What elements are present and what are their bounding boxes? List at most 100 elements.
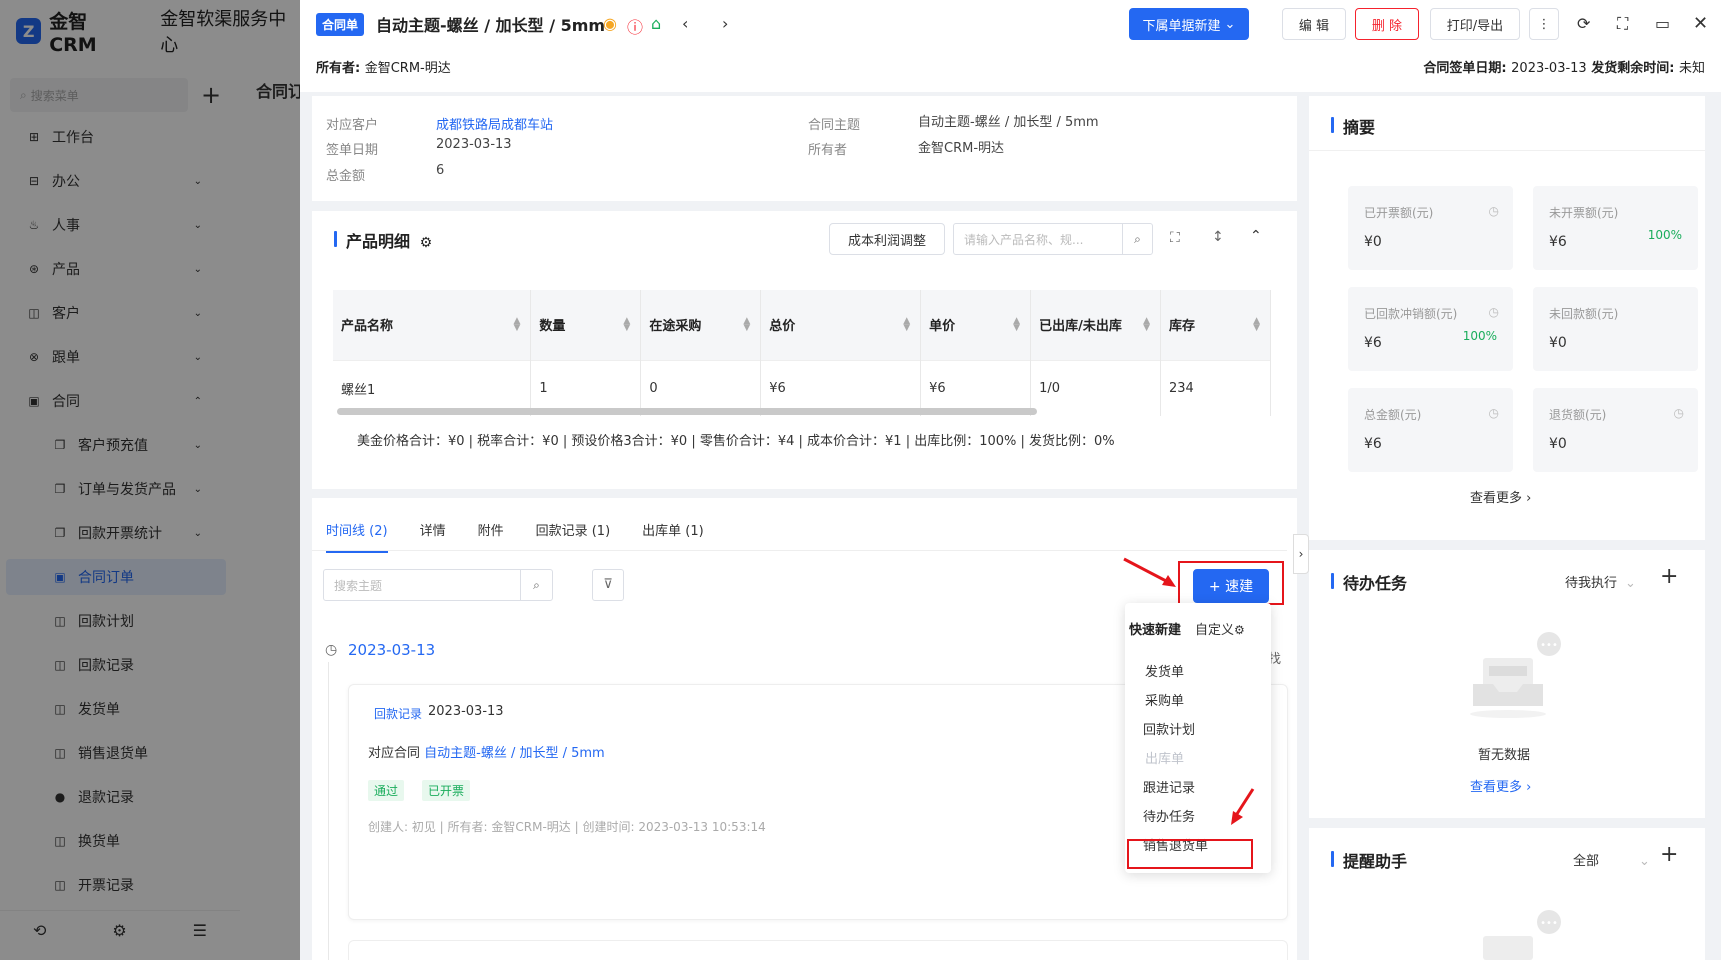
column-header[interactable]: 总价 ▲ ▼ <box>760 290 922 360</box>
quick-menu-item[interactable]: 回款计划 <box>1143 719 1195 738</box>
column-header[interactable]: 库存 ▲ ▼ <box>1160 290 1271 360</box>
sort-icon[interactable]: ▲ ▼ <box>1253 317 1260 333</box>
quick-menu-custom[interactable]: 自定义⚙ <box>1195 619 1245 638</box>
fullscreen-icon[interactable]: ⛶ <box>1617 14 1628 34</box>
owner-label: 所有者: <box>316 61 365 76</box>
collapse-icon[interactable]: ⌃ <box>1250 228 1262 244</box>
edit-button[interactable]: 编 辑 <box>1282 8 1346 40</box>
column-header-label: 数量 <box>539 319 566 335</box>
todo-filter-select[interactable]: 待我执行 ⌄ <box>1565 572 1636 591</box>
summary-card-value: ¥0 <box>1549 436 1567 452</box>
empty-data-icon: ••• <box>1483 910 1561 960</box>
sort-icon[interactable]: ▲ ▼ <box>743 317 750 333</box>
refresh-icon[interactable]: ⟳ <box>1577 14 1590 33</box>
record-type-tag: 合同单 <box>316 13 365 36</box>
quick-menu-item[interactable]: 待办任务 <box>1143 806 1195 825</box>
cost-profit-button[interactable]: 成本利润调整 <box>829 223 945 255</box>
card-meta: 创建人: 初见 | 所有者: 金智CRM-明达 | 创建时间: 2023-03-… <box>368 820 766 834</box>
status-badge-approved: 通过 <box>368 780 405 801</box>
play-icon[interactable]: ◉ <box>603 14 617 33</box>
home-icon[interactable]: ⌂ <box>651 14 661 33</box>
card-type-link[interactable]: 回款记录 <box>374 705 422 722</box>
close-icon[interactable]: ✕ <box>1693 13 1708 34</box>
summary-card-value: ¥6 <box>1364 335 1382 351</box>
window-icon[interactable]: ▭ <box>1655 14 1670 33</box>
sign-date-field-value: 2023-03-13 <box>436 137 512 152</box>
contract-meta: 合同签单日期: 2023-03-13 发货剩余时间: 未知 <box>1423 57 1705 76</box>
add-reminder-icon[interactable]: + <box>1660 842 1678 867</box>
next-record-icon[interactable]: › <box>722 14 728 33</box>
column-header-label: 库存 <box>1169 319 1196 335</box>
new-sub-document-label: 下属单据新建 <box>1142 18 1221 34</box>
print-export-button[interactable]: 打印/导出 <box>1430 8 1520 40</box>
chevron-right-icon[interactable]: › <box>1293 534 1309 574</box>
owner-value: 金智CRM-明达 <box>364 61 451 76</box>
search-icon[interactable]: ⌕ <box>520 570 552 600</box>
detail-tabs: 时间线 (2) 详情 附件 回款记录 (1) 出库单 (1) <box>326 520 736 553</box>
summary-more-label: 查看更多 <box>1470 491 1523 506</box>
summary-divider <box>1309 150 1705 151</box>
product-table: 产品名称 ▲ ▼ 数量 ▲ ▼ 在途采购 ▲ ▼ 总价 ▲ ▼ 单价 ▲ ▼ 已出库/未出库 ▲ ▼ 库存 ▲ ▼ 螺丝… <box>333 290 1271 416</box>
column-header[interactable]: 产品名称 ▲ ▼ <box>333 290 532 360</box>
column-header[interactable]: 单价 ▲ ▼ <box>920 290 1032 360</box>
reminder-filter-select[interactable]: 全部 ⌄ <box>1573 850 1650 869</box>
prev-record-icon[interactable]: ‹ <box>682 14 688 33</box>
column-header[interactable]: 数量 ▲ ▼ <box>530 290 642 360</box>
sort-icon[interactable]: ▲ ▼ <box>903 317 910 333</box>
horizontal-scrollbar[interactable] <box>337 408 1037 415</box>
record-title: 自动主题-螺丝 / 加长型 / 5mm <box>376 16 606 35</box>
todo-filter-value: 待我执行 <box>1565 576 1618 591</box>
quick-menu-item[interactable]: 采购单 <box>1145 690 1184 709</box>
new-sub-document-button[interactable]: 下属单据新建 ⌄ <box>1129 8 1249 40</box>
empty-data-icon: ••• <box>1470 632 1561 718</box>
timeline-search-input[interactable]: 搜索主题 ⌕ <box>323 569 553 601</box>
alert-icon[interactable]: ⓘ <box>627 14 643 38</box>
column-header-label: 单价 <box>929 319 956 335</box>
todo-more-link[interactable]: 查看更多 › <box>1470 776 1531 795</box>
sign-date-field-label: 签单日期 <box>326 143 379 158</box>
sign-date-label: 合同签单日期: <box>1423 61 1512 76</box>
tab-0[interactable]: 时间线 (2) <box>326 520 388 553</box>
resize-vertical-icon[interactable]: ↕ <box>1212 229 1224 245</box>
tab-4[interactable]: 出库单 (1) <box>642 520 704 553</box>
tab-2[interactable]: 附件 <box>478 520 504 553</box>
summary-card-label: 退货额(元) <box>1549 408 1607 422</box>
sort-icon[interactable]: ▲ ▼ <box>513 317 520 333</box>
card-contract-link[interactable]: 自动主题-螺丝 / 加长型 / 5mm <box>424 746 605 761</box>
add-todo-icon[interactable]: + <box>1660 564 1678 589</box>
modal-overlay[interactable] <box>0 0 300 960</box>
more-icon[interactable]: ⋮ <box>1529 8 1559 40</box>
column-header[interactable]: 在途采购 ▲ ▼ <box>640 290 762 360</box>
clock-icon: ◷ <box>325 642 338 658</box>
chevron-down-icon: ⌄ <box>1224 16 1236 32</box>
column-header-label: 已出库/未出库 <box>1039 319 1122 335</box>
summary-card: 未回款额(元) ¥0 <box>1533 287 1698 371</box>
todo-more-label: 查看更多 <box>1470 780 1523 795</box>
delete-button[interactable]: 删 除 <box>1355 8 1419 40</box>
gear-icon[interactable]: ⚙ <box>420 235 433 251</box>
sort-icon[interactable]: ▲ ▼ <box>1143 317 1150 333</box>
summary-card-label: 未开票额(元) <box>1549 206 1619 220</box>
column-header-label: 在途采购 <box>649 319 702 335</box>
summary-card-percent: 100% <box>1462 329 1497 343</box>
todo-title: 待办任务 <box>1331 570 1407 594</box>
search-icon[interactable]: ⌕ <box>1122 224 1152 254</box>
customer-link[interactable]: 成都铁路局成都车站 <box>436 114 553 133</box>
product-search-input[interactable]: 请输入产品名称、规... ⌕ <box>953 223 1153 255</box>
sort-icon[interactable]: ▲ ▼ <box>623 317 630 333</box>
ship-label: 发货剩余时间: <box>1586 61 1679 76</box>
sort-icon[interactable]: ▲ ▼ <box>1013 317 1020 333</box>
quick-menu-item[interactable]: 跟进记录 <box>1143 777 1195 796</box>
filter-icon[interactable]: ⊽ <box>592 569 624 601</box>
quick-menu-item[interactable]: 发货单 <box>1145 661 1184 680</box>
chevron-down-icon: ⌄ <box>1625 576 1636 591</box>
column-header[interactable]: 已出库/未出库 ▲ ▼ <box>1030 290 1161 360</box>
status-badge-invoiced: 已开票 <box>422 780 471 801</box>
clock-icon: ◷ <box>1488 406 1499 420</box>
expand-icon[interactable]: ⛶ <box>1170 230 1180 246</box>
subject-value: 自动主题-螺丝 / 加长型 / 5mm <box>918 115 1099 130</box>
tab-3[interactable]: 回款记录 (1) <box>536 520 611 553</box>
summary-more-link[interactable]: 查看更多 › <box>1470 487 1531 506</box>
tab-1[interactable]: 详情 <box>420 520 446 553</box>
total-label: 总金额 <box>326 169 366 184</box>
